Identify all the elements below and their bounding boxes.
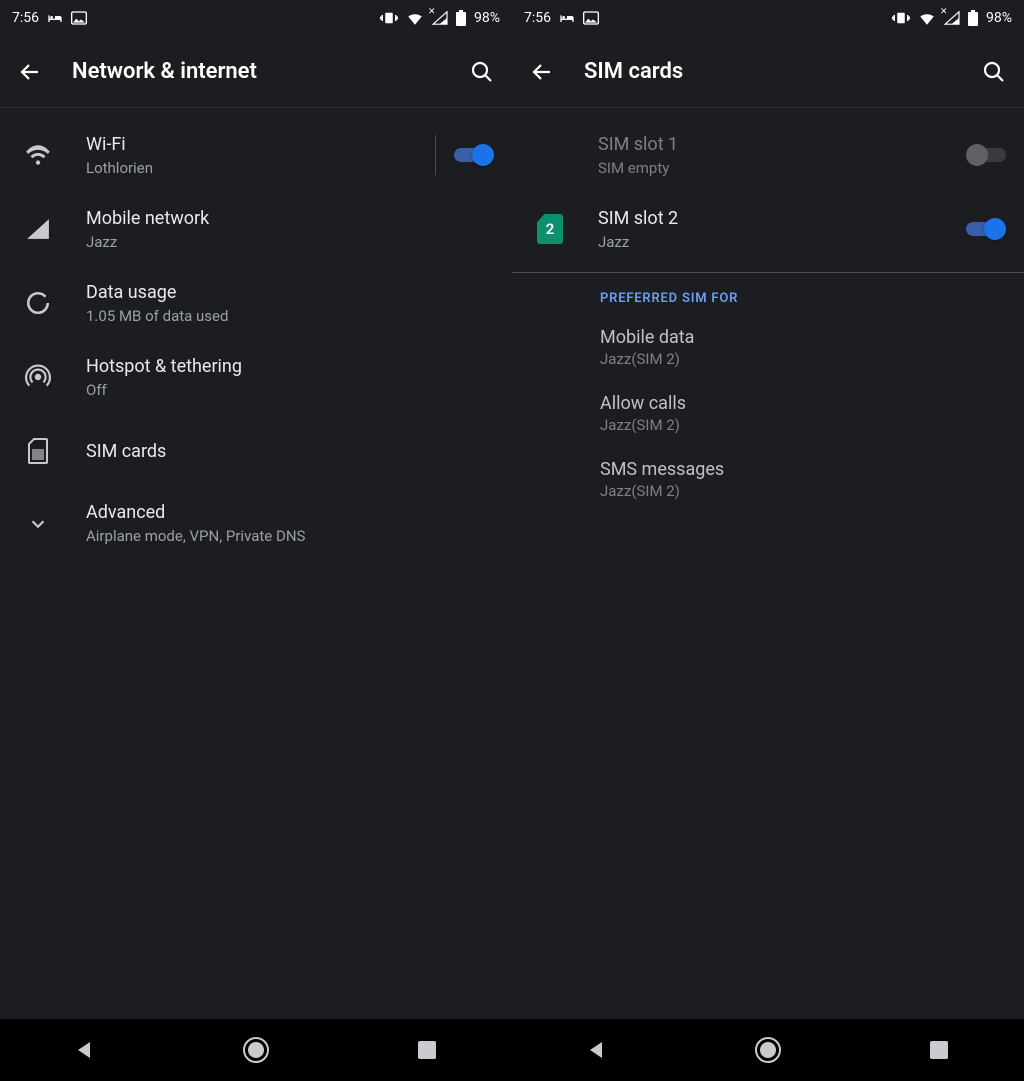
- page-title: Network & internet: [72, 59, 440, 84]
- search-button[interactable]: [980, 58, 1008, 86]
- recent-nav-button[interactable]: [899, 1030, 979, 1070]
- pref-sms-sub: Jazz(SIM 2): [600, 482, 1006, 500]
- navigation-bar: [0, 1019, 512, 1081]
- arrow-back-icon: [18, 60, 42, 84]
- search-button[interactable]: [468, 58, 496, 86]
- back-button[interactable]: [16, 58, 44, 86]
- bed-icon: [47, 12, 63, 24]
- pref-calls-title: Allow calls: [600, 393, 1006, 414]
- wifi-subtitle: Lothlorien: [86, 159, 407, 177]
- pref-sms-title: SMS messages: [600, 459, 1006, 480]
- pref-data-title: Mobile data: [600, 327, 1006, 348]
- data-subtitle: 1.05 MB of data used: [86, 307, 494, 325]
- wifi-toggle[interactable]: [454, 144, 494, 166]
- image-icon: [583, 11, 599, 25]
- wifi-icon: [406, 11, 424, 25]
- nav-recent-icon: [930, 1041, 948, 1059]
- divider: [435, 135, 436, 175]
- clock: 7:56: [12, 10, 39, 26]
- slot2-title: SIM slot 2: [598, 208, 938, 229]
- nav-home-icon: [242, 1036, 270, 1064]
- nav-back-icon: [75, 1040, 95, 1060]
- sim-slot-1-row: SIM slot 1 SIM empty: [512, 118, 1024, 192]
- sim-cards-row[interactable]: SIM cards: [0, 414, 512, 488]
- status-bar: 7:56 ✕ 98%: [0, 0, 512, 36]
- hotspot-title: Hotspot & tethering: [86, 356, 494, 377]
- signal-icon: [26, 218, 50, 240]
- hotspot-row[interactable]: Hotspot & tethering Off: [0, 340, 512, 414]
- advanced-title: Advanced: [86, 502, 494, 523]
- mobile-network-row[interactable]: Mobile network Jazz: [0, 192, 512, 266]
- back-button[interactable]: [528, 58, 556, 86]
- image-icon: [71, 11, 87, 25]
- recent-nav-button[interactable]: [387, 1030, 467, 1070]
- sim-icon: [27, 438, 49, 464]
- slot2-subtitle: Jazz: [598, 233, 938, 251]
- sim-title: SIM cards: [86, 441, 494, 462]
- slot1-title: SIM slot 1: [598, 134, 938, 155]
- vibrate-icon: [380, 11, 398, 25]
- battery-percent: 98%: [986, 10, 1012, 26]
- back-nav-button[interactable]: [557, 1030, 637, 1070]
- slot1-toggle: [966, 144, 1006, 166]
- battery-icon: [456, 10, 466, 26]
- vibrate-icon: [892, 11, 910, 25]
- slot1-subtitle: SIM empty: [598, 159, 938, 177]
- data-title: Data usage: [86, 282, 494, 303]
- app-bar: SIM cards: [512, 36, 1024, 108]
- pref-calls-sub: Jazz(SIM 2): [600, 416, 1006, 434]
- home-nav-button[interactable]: [728, 1030, 808, 1070]
- section-header: PREFERRED SIM FOR: [512, 273, 1024, 314]
- mobile-title: Mobile network: [86, 208, 494, 229]
- wifi-icon: [918, 11, 936, 25]
- mobile-subtitle: Jazz: [86, 233, 494, 251]
- battery-percent: 98%: [474, 10, 500, 26]
- nav-home-icon: [754, 1036, 782, 1064]
- sim-badge-icon: 2: [537, 214, 563, 244]
- bed-icon: [559, 12, 575, 24]
- search-icon: [982, 60, 1006, 84]
- wifi-icon: [25, 145, 51, 165]
- slot2-toggle[interactable]: [966, 218, 1006, 240]
- pref-calls-row[interactable]: Allow calls Jazz(SIM 2): [512, 380, 1024, 446]
- hotspot-subtitle: Off: [86, 381, 494, 399]
- chevron-down-icon: [27, 513, 49, 535]
- clock: 7:56: [524, 10, 551, 26]
- advanced-row[interactable]: Advanced Airplane mode, VPN, Private DNS: [0, 488, 512, 559]
- navigation-bar: [512, 1019, 1024, 1081]
- nav-back-icon: [587, 1040, 607, 1060]
- pref-mobile-data-row[interactable]: Mobile data Jazz(SIM 2): [512, 314, 1024, 380]
- sim-slot-2-row[interactable]: 2 SIM slot 2 Jazz: [512, 192, 1024, 266]
- data-usage-icon: [25, 290, 51, 316]
- page-title: SIM cards: [584, 59, 952, 84]
- back-nav-button[interactable]: [45, 1030, 125, 1070]
- app-bar: Network & internet: [0, 36, 512, 108]
- arrow-back-icon: [530, 60, 554, 84]
- pref-data-sub: Jazz(SIM 2): [600, 350, 1006, 368]
- advanced-subtitle: Airplane mode, VPN, Private DNS: [86, 527, 494, 545]
- home-nav-button[interactable]: [216, 1030, 296, 1070]
- wifi-row[interactable]: Wi-Fi Lothlorien: [0, 118, 512, 192]
- pref-sms-row[interactable]: SMS messages Jazz(SIM 2): [512, 446, 1024, 512]
- battery-icon: [968, 10, 978, 26]
- search-icon: [470, 60, 494, 84]
- status-bar: 7:56 ✕ 98%: [512, 0, 1024, 36]
- nav-recent-icon: [418, 1041, 436, 1059]
- wifi-title: Wi-Fi: [86, 134, 407, 155]
- data-usage-row[interactable]: Data usage 1.05 MB of data used: [0, 266, 512, 340]
- hotspot-icon: [25, 364, 51, 390]
